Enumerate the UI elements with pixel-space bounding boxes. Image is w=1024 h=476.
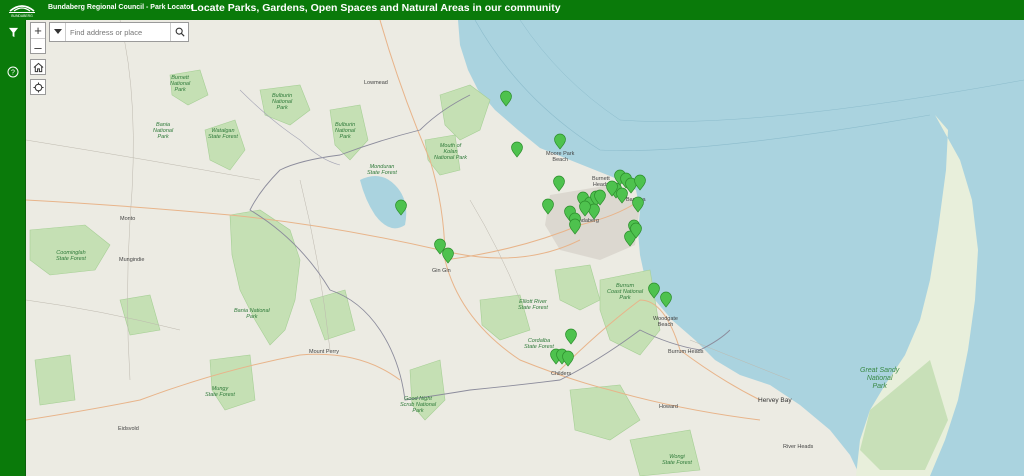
map-label-river-heads: River Heads bbox=[783, 444, 814, 450]
search-button[interactable] bbox=[170, 23, 188, 41]
page-title: Locate Parks, Gardens, Open Spaces and N… bbox=[191, 2, 561, 14]
help-button[interactable]: ? bbox=[3, 62, 23, 82]
map-label-bundaberg: Bundaberg bbox=[572, 218, 599, 224]
map-label-burrum-heads: Burrum Heads bbox=[668, 349, 704, 355]
map-label-good-night-scrub-national-park: Good Night Scrub National Park bbox=[400, 396, 437, 414]
map-label-burnett-national-park: Burnett National Park bbox=[170, 75, 191, 93]
home-icon bbox=[33, 62, 43, 72]
svg-text:?: ? bbox=[11, 70, 15, 77]
map-label-gin-gin: Gin Gin bbox=[432, 268, 451, 274]
map-label-elliott-river-state-forest: Elliott River State Forest bbox=[518, 299, 548, 311]
map-label-hervey-bay: Hervey Bay bbox=[758, 397, 792, 404]
map-label-monto: Monto bbox=[120, 216, 136, 222]
map-label-watalgan-state-forest: Watalgan State Forest bbox=[208, 128, 238, 140]
zoom-in-button[interactable]: + bbox=[31, 23, 45, 39]
map-label-bulburin-national-park-2: Bulburin National Park bbox=[335, 122, 356, 140]
search-input[interactable] bbox=[66, 23, 170, 41]
map-view[interactable]: Burnett National Park Bulburin National P… bbox=[26, 20, 1024, 476]
app-title: Bundaberg Regional Council - Park Locato… bbox=[48, 4, 194, 11]
map-label-bargara: Bargara bbox=[626, 197, 646, 203]
locate-button[interactable] bbox=[30, 79, 46, 95]
logo-text: BUNDABERG bbox=[11, 14, 33, 18]
map-label-woodgate-beach: Woodgate Beach bbox=[653, 316, 678, 328]
filter-icon bbox=[8, 27, 18, 37]
map-label-monduran-state-forest: Monduran State Forest bbox=[367, 164, 397, 176]
map-label-lowmead: Lowmead bbox=[364, 80, 388, 86]
map-label-mungy-state-forest: Mungy State Forest bbox=[205, 386, 235, 398]
help-icon: ? bbox=[7, 66, 19, 78]
map-label-coominglah-state-forest: Coominglah State Forest bbox=[56, 250, 86, 262]
council-logo: BUNDABERG bbox=[9, 5, 35, 18]
zoom-out-button[interactable]: – bbox=[31, 39, 45, 55]
map-label-wongi-state-forest: Wongi State Forest bbox=[662, 454, 692, 466]
map-label-mouth-of-kolan-national-park: Mouth of Kolan National Park bbox=[434, 143, 468, 161]
map-label-bania-national-park: Bania National Park bbox=[153, 122, 174, 140]
map-label-great-sandy-national-park: Great Sandy National Park bbox=[860, 367, 900, 390]
filter-button[interactable] bbox=[3, 22, 23, 42]
map-label-burnett-heads: Burnett Heads bbox=[592, 176, 610, 188]
home-button[interactable] bbox=[30, 59, 46, 75]
map-label-moore-park-beach: Moore Park Beach bbox=[546, 151, 575, 163]
map-label-burrum-coast-national-park: Burrum Coast National Park bbox=[607, 283, 644, 301]
zoom-control: + – bbox=[30, 22, 46, 54]
locate-icon bbox=[32, 81, 44, 93]
map-label-bania-national-park-2: Bania National Park bbox=[234, 308, 270, 320]
app-header: BUNDABERG Bundaberg Regional Council - P… bbox=[0, 0, 1024, 20]
search-source-dropdown[interactable] bbox=[50, 23, 66, 41]
search-icon bbox=[175, 27, 185, 37]
sidebar: ? bbox=[0, 20, 26, 476]
search-box bbox=[49, 22, 189, 42]
map-label-mungindie: Mungindie bbox=[119, 257, 145, 263]
map-label-cordalba-state-forest: Cordalba State Forest bbox=[524, 338, 554, 350]
map-label-howard: Howard bbox=[659, 404, 678, 410]
map-label-bulburin-national-park: Bulburin National Park bbox=[272, 93, 293, 111]
chevron-down-icon bbox=[53, 29, 62, 34]
map-label-eidsvold: Eidsvold bbox=[118, 426, 139, 432]
map-label-mount-perry: Mount Perry bbox=[309, 349, 339, 355]
map-label-childers: Childers bbox=[551, 371, 572, 377]
